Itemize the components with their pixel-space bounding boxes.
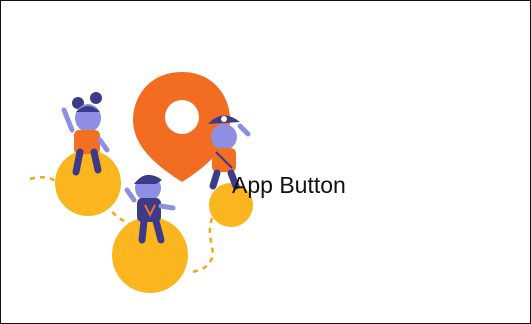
yellow-ball bbox=[55, 150, 121, 216]
dashed-path bbox=[187, 217, 214, 274]
kids-on-balls-illustration bbox=[29, 72, 253, 293]
app-button[interactable]: App Button bbox=[232, 171, 346, 199]
yellow-ball bbox=[112, 217, 188, 293]
skull-icon bbox=[221, 116, 227, 122]
